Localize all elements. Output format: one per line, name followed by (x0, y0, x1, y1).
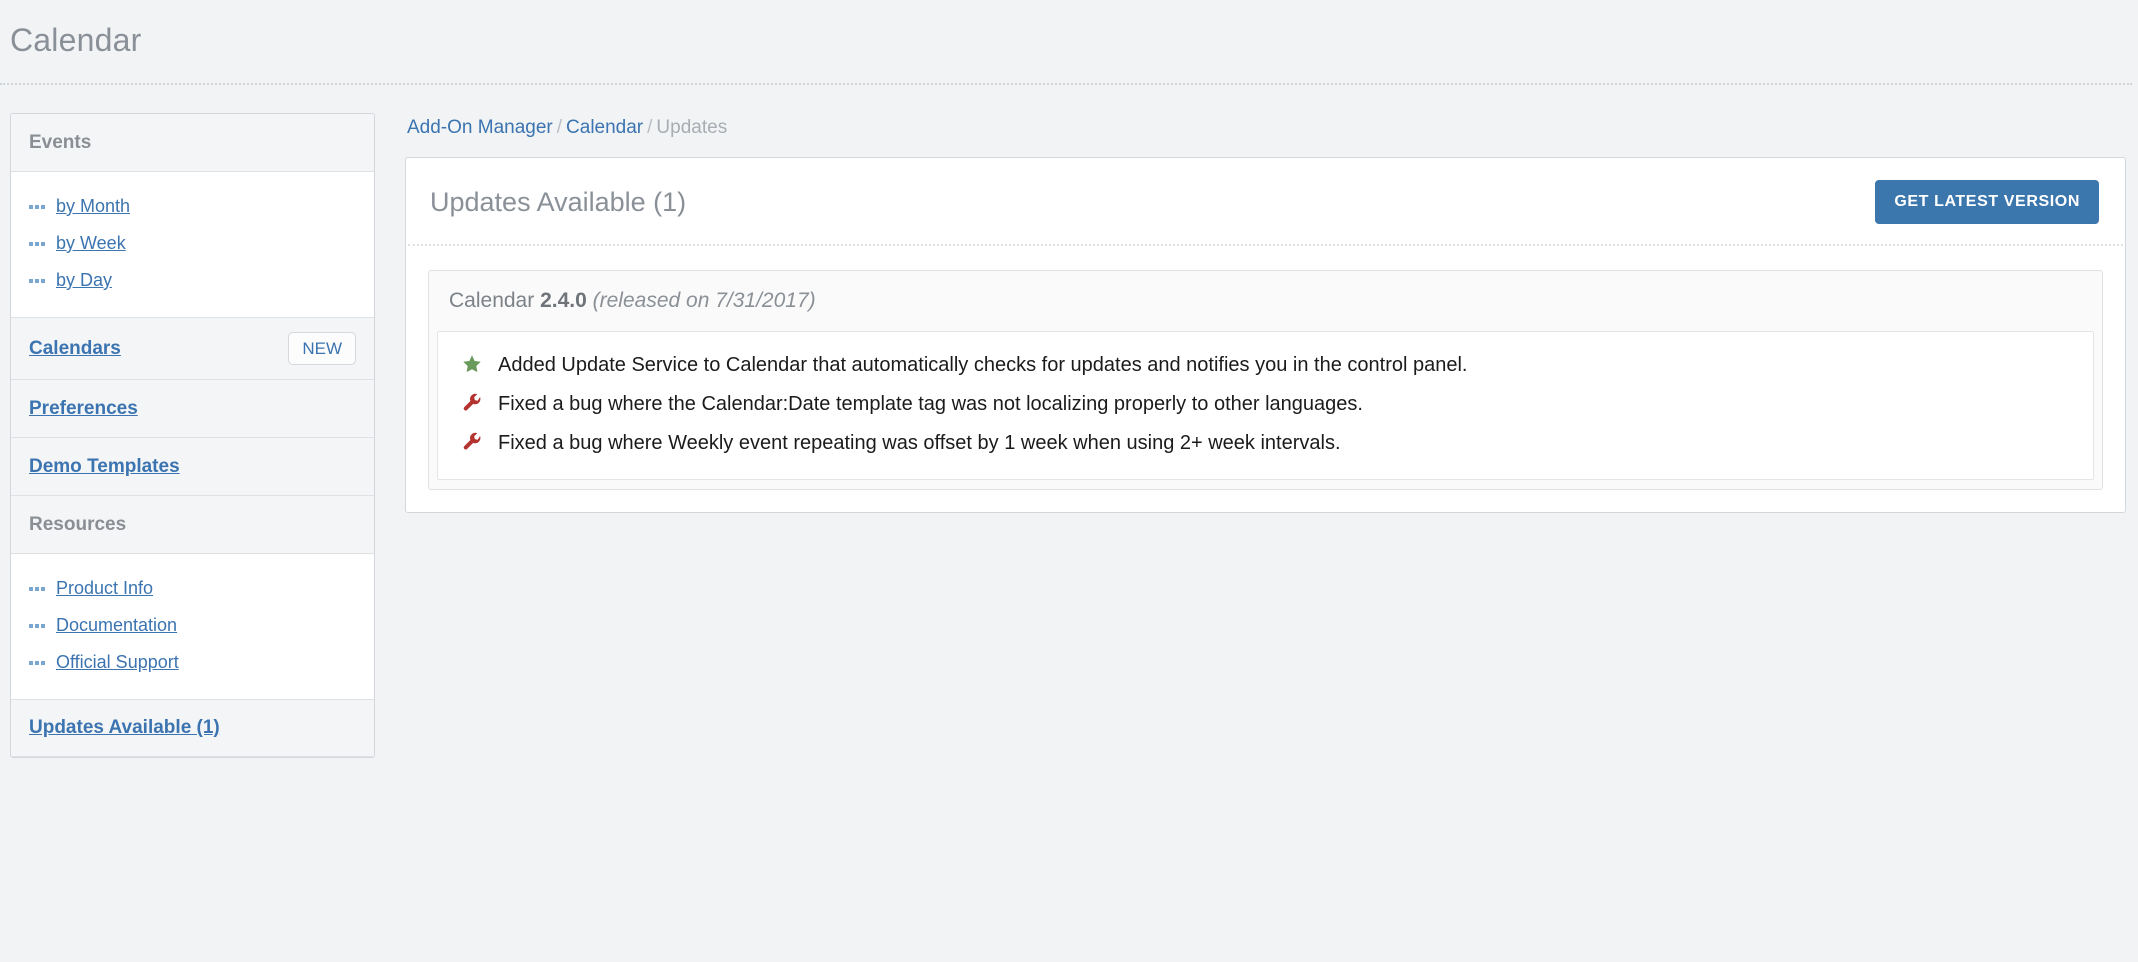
sidebar-item-label[interactable]: Calendars (29, 338, 121, 360)
sidebar-item-official-support[interactable]: Official Support (11, 644, 374, 681)
breadcrumb: Add-On Manager/Calendar/Updates (405, 113, 2126, 157)
dots-icon (29, 242, 47, 246)
wrench-icon (460, 429, 484, 455)
panel-title: Updates Available (1) (430, 187, 686, 218)
sidebar-item-label[interactable]: Official Support (56, 652, 179, 673)
sidebar-item-label[interactable]: Product Info (56, 578, 153, 599)
release-header: Calendar 2.4.0 (released on 7/31/2017) (429, 271, 2102, 331)
sidebar: Events by Month by Week by Day Calendars… (10, 113, 375, 758)
sidebar-item-label[interactable]: by Month (56, 196, 130, 217)
dots-icon (29, 279, 47, 283)
sidebar-item-updates-available[interactable]: Updates Available (1) (11, 699, 374, 757)
sidebar-item-label[interactable]: by Day (56, 270, 112, 291)
release-date: (released on 7/31/2017) (593, 289, 816, 312)
changelog-text: Added Update Service to Calendar that au… (498, 351, 1467, 380)
main-content: Add-On Manager/Calendar/Updates Updates … (405, 113, 2130, 513)
breadcrumb-current: Updates (656, 117, 727, 138)
breadcrumb-separator: / (557, 117, 562, 138)
sidebar-item-label[interactable]: Documentation (56, 615, 177, 636)
sidebar-item-label[interactable]: Demo Templates (29, 456, 180, 478)
sidebar-item-demo-templates[interactable]: Demo Templates (11, 438, 374, 496)
changelog-list: Added Update Service to Calendar that au… (437, 331, 2094, 480)
breadcrumb-link-addon-manager[interactable]: Add-On Manager (407, 117, 553, 138)
page-title: Calendar (10, 22, 2132, 59)
dots-icon (29, 624, 47, 628)
sidebar-section-label: Resources (29, 514, 126, 536)
sidebar-item-label[interactable]: by Week (56, 233, 126, 254)
get-latest-version-button[interactable]: GET LATEST VERSION (1875, 180, 2099, 224)
changelog-item: Fixed a bug where Weekly event repeating… (438, 424, 2093, 463)
sidebar-item-by-day[interactable]: by Day (11, 262, 374, 299)
changelog-text: Fixed a bug where Weekly event repeating… (498, 429, 1341, 458)
wrench-icon (460, 390, 484, 416)
sidebar-item-by-week[interactable]: by Week (11, 225, 374, 262)
sidebar-section-resources: Resources (11, 496, 374, 554)
new-badge[interactable]: NEW (288, 332, 356, 365)
breadcrumb-separator: / (647, 117, 652, 138)
sidebar-item-preferences[interactable]: Preferences (11, 380, 374, 438)
sidebar-item-by-month[interactable]: by Month (11, 188, 374, 225)
panel-header: Updates Available (1) GET LATEST VERSION (408, 158, 2123, 246)
sidebar-item-calendars[interactable]: Calendars NEW (11, 317, 374, 380)
sidebar-item-label[interactable]: Preferences (29, 398, 138, 420)
sidebar-item-documentation[interactable]: Documentation (11, 607, 374, 644)
dots-icon (29, 661, 47, 665)
updates-panel: Updates Available (1) GET LATEST VERSION… (405, 157, 2126, 513)
page-header: Calendar (0, 0, 2132, 85)
release-version: 2.4.0 (540, 289, 587, 312)
release-block: Calendar 2.4.0 (released on 7/31/2017) A… (428, 270, 2103, 490)
dots-icon (29, 587, 47, 591)
sidebar-section-events: Events (11, 114, 374, 172)
sidebar-item-label[interactable]: Updates Available (1) (29, 717, 220, 739)
sidebar-item-product-info[interactable]: Product Info (11, 570, 374, 607)
sidebar-resources-items: Product Info Documentation Official Supp… (11, 554, 374, 699)
dots-icon (29, 205, 47, 209)
sidebar-section-label: Events (29, 132, 91, 154)
changelog-item: Fixed a bug where the Calendar:Date temp… (438, 385, 2093, 424)
sidebar-events-items: by Month by Week by Day (11, 172, 374, 317)
changelog-text: Fixed a bug where the Calendar:Date temp… (498, 390, 1363, 419)
star-icon (460, 351, 484, 377)
breadcrumb-link-calendar[interactable]: Calendar (566, 117, 643, 138)
page-layout: Events by Month by Week by Day Calendars… (0, 85, 2138, 758)
release-product: Calendar (449, 289, 534, 312)
changelog-item: Added Update Service to Calendar that au… (438, 346, 2093, 385)
